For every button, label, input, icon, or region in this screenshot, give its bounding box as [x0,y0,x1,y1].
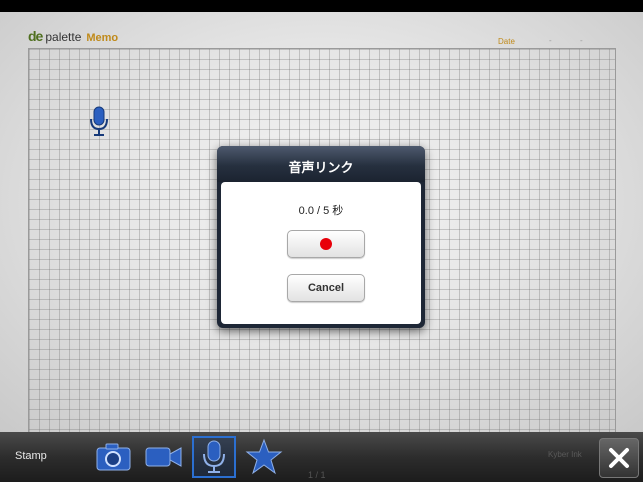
date-label: Date [498,37,515,46]
record-button[interactable] [287,230,365,258]
logo-word: palette [45,30,82,44]
top-bar [0,0,643,12]
camera-icon [96,443,131,471]
dialog-title-bar: 音声リンク [217,146,425,182]
star-icon [245,438,283,475]
date-separator: - [549,36,552,45]
date-separator: - [580,36,583,45]
record-dot-icon [320,238,332,250]
close-icon [609,448,629,468]
watermark: Kyber Ink [548,450,582,459]
recording-time-readout: 0.0 / 5 秒 [298,205,344,217]
video-tool-button[interactable] [142,436,186,478]
logo-mark: de [28,28,43,44]
voice-link-dialog: 音声リンク 0.0 / 5 秒 Cancel [217,146,425,328]
camera-tool-button[interactable] [92,436,136,478]
microphone-stamp-icon[interactable] [88,106,110,138]
logo-memo: Memo [86,32,119,44]
star-tool-button[interactable] [242,436,286,478]
microphone-tool-button[interactable] [192,436,236,478]
page-indicator: 1 / 1 [308,470,326,480]
bottom-toolbar: Stamp 1 / 1 Kyber Ink [0,432,643,482]
microphone-icon [203,440,225,473]
app-logo: de palette Memo [28,28,118,44]
video-camera-icon [145,447,182,467]
dialog-body: 0.0 / 5 秒 Cancel [221,182,421,324]
cancel-button[interactable]: Cancel [287,274,365,302]
stamp-label: Stamp [15,450,47,462]
memo-header: de palette Memo Date - - [0,12,643,48]
close-button[interactable] [599,438,639,478]
dialog-title: 音声リンク [288,160,354,175]
